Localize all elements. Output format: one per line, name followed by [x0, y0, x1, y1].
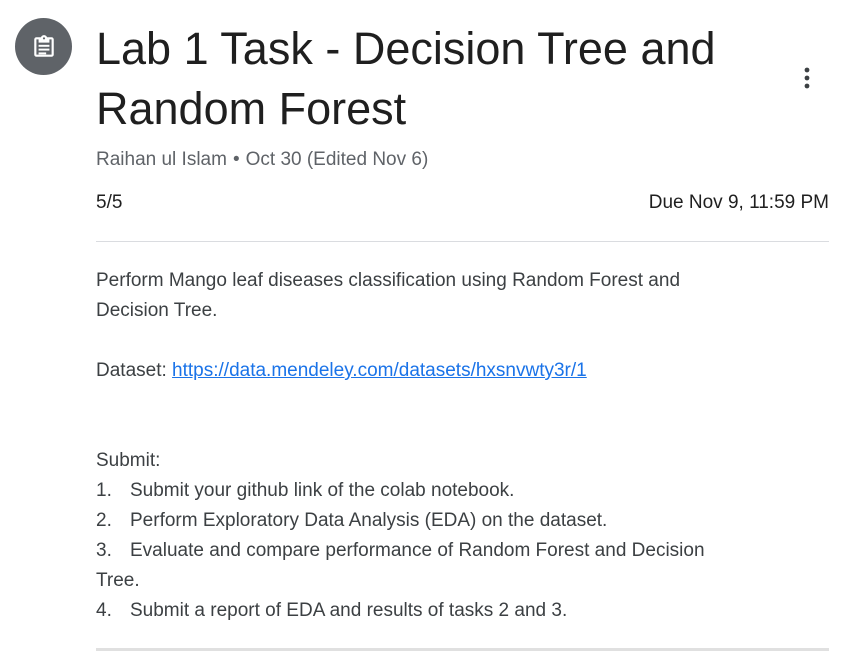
clipboard-icon — [33, 34, 54, 57]
list-text: Perform Exploratory Data Analysis (EDA) … — [130, 510, 608, 531]
submit-heading: Submit: — [96, 450, 161, 471]
assignment-meta: Raihan ul Islam • Oct 30 (Edited Nov 6) — [96, 147, 829, 173]
intro-line-2: Decision Tree. — [96, 300, 218, 321]
points: 5/5 — [96, 192, 123, 213]
list-text: Submit a report of EDA and results of ta… — [130, 600, 568, 621]
list-text: Submit your github link of the colab not… — [130, 480, 515, 501]
list-number: 2. — [96, 510, 112, 531]
points-due-row: 5/5 Due Nov 9, 11:59 PM — [96, 190, 829, 216]
assignment-content: Lab 1 Task - Decision Tree and Random Fo… — [96, 0, 829, 626]
due-date: Due Nov 9, 11:59 PM — [648, 192, 829, 213]
list-number: 1. — [96, 480, 112, 501]
list-item: 3. Evaluate and compare performance of Ra… — [96, 536, 829, 596]
list-text: Evaluate and compare performance of Rand… — [130, 540, 705, 561]
list-item: 1. Submit your github link of the colab n… — [96, 476, 829, 506]
list-item: 2. Perform Exploratory Data Analysis (EDA… — [96, 506, 829, 536]
bottom-divider — [96, 648, 829, 651]
meta-separator: • — [232, 149, 240, 170]
list-number: 3. — [96, 540, 112, 561]
assignment-description: Perform Mango leaf diseases classificati… — [96, 266, 829, 626]
posted-date: Oct 30 (Edited Nov 6) — [245, 149, 429, 170]
list-text-continued: Tree. — [96, 570, 140, 591]
divider — [96, 241, 829, 242]
assignment-title: Lab 1 Task - Decision Tree and Random Fo… — [96, 23, 716, 134]
dataset-label: Dataset: — [96, 360, 173, 381]
author-name: Raihan ul Islam — [96, 149, 227, 170]
intro-text: Perform Mango leaf diseases classificati… — [96, 266, 829, 326]
list-item: 4. Submit a report of EDA and results of … — [96, 596, 829, 626]
dataset-link[interactable]: https://data.mendeley.com/datasets/hxsnv… — [172, 360, 587, 381]
list-number: 4. — [96, 600, 112, 621]
dataset-line: Dataset: https://data.mendeley.com/datas… — [96, 356, 829, 386]
intro-line-1: Perform Mango leaf diseases classificati… — [96, 270, 681, 291]
assignment-icon — [15, 18, 72, 75]
